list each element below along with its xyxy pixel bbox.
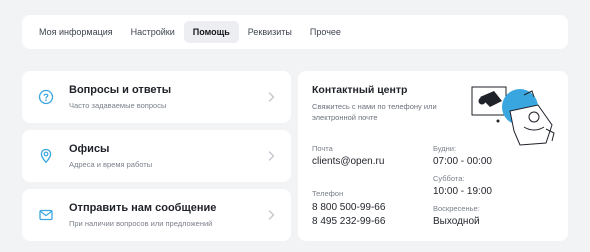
send-message-card[interactable]: Отправить нам сообщение При наличии вопр… [22, 189, 291, 241]
saturday-value: 10:00 - 19:00 [433, 186, 492, 197]
offices-card-title: Офисы [69, 143, 110, 155]
weekdays-label: Будни: [433, 144, 457, 153]
tab-other[interactable]: Прочее [301, 21, 350, 43]
chevron-right-icon [268, 151, 275, 161]
send-message-card-title: Отправить нам сообщение [69, 202, 217, 214]
faq-card-subtitle: Часто задаваемые вопросы [69, 101, 167, 110]
email-value[interactable]: clients@open.ru [312, 156, 384, 167]
contact-center-panel: Контактный центр Свяжитесь с нами по тел… [298, 71, 568, 241]
faq-card[interactable]: Вопросы и ответы Часто задаваемые вопрос… [22, 71, 291, 123]
tab-bar: Моя информация Настройки Помощь Реквизит… [22, 15, 568, 49]
contact-center-subtitle: Свяжитесь с нами по телефону или электро… [312, 102, 437, 122]
email-label: Почта [312, 144, 333, 153]
send-message-card-subtitle: При наличии вопросов или предложений [69, 219, 213, 228]
phone-value-2[interactable]: 8 495 232-99-66 [312, 216, 385, 227]
phone-value-1[interactable]: 8 800 500-99-66 [312, 202, 385, 213]
location-pin-icon [38, 148, 54, 164]
support-illustration [471, 86, 555, 146]
tab-my-info[interactable]: Моя информация [30, 21, 122, 43]
chevron-right-icon [268, 92, 275, 102]
contact-center-title: Контактный центр [312, 84, 408, 96]
question-icon [38, 89, 54, 105]
sunday-label: Воскресенье: [433, 204, 480, 213]
tab-requisites[interactable]: Реквизиты [239, 21, 301, 43]
offices-card[interactable]: Офисы Адреса и время работы [22, 130, 291, 182]
envelope-icon [38, 207, 54, 223]
faq-card-title: Вопросы и ответы [69, 84, 172, 96]
saturday-label: Суббота: [433, 174, 465, 183]
sunday-value: Выходной [433, 216, 480, 227]
tab-help[interactable]: Помощь [183, 21, 239, 43]
phone-label: Телефон [312, 189, 344, 198]
weekdays-value: 07:00 - 00:00 [433, 156, 492, 167]
tab-settings[interactable]: Настройки [122, 21, 184, 43]
offices-card-subtitle: Адреса и время работы [69, 160, 153, 169]
chevron-right-icon [268, 210, 275, 220]
